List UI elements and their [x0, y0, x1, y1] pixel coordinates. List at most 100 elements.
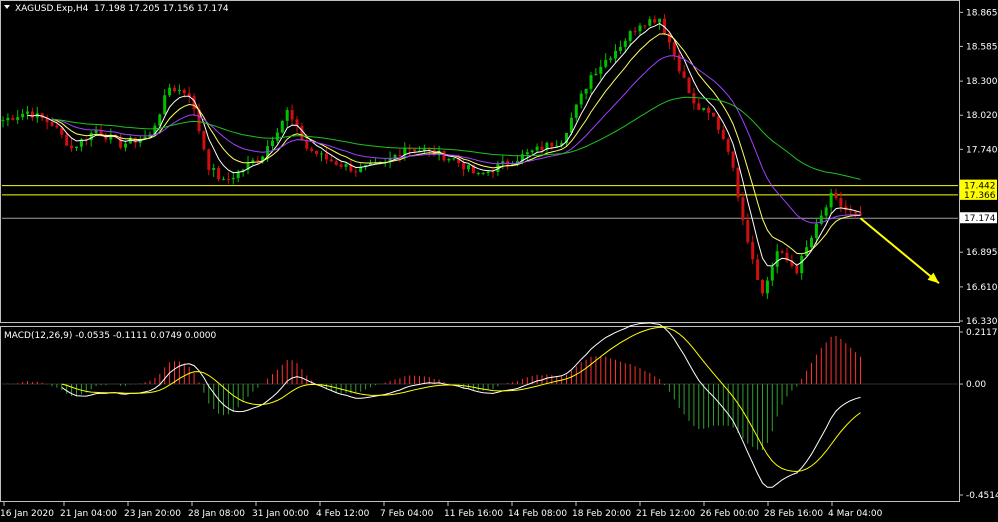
candle[interactable]	[119, 133, 123, 150]
candle[interactable]	[246, 155, 250, 175]
candle[interactable]	[11, 114, 15, 121]
candle[interactable]	[672, 40, 676, 61]
candle[interactable]	[775, 244, 779, 274]
chart-canvas[interactable]: 18.865 18.585 18.300 18.020 17.740 17.174 16.8…	[0, 0, 998, 522]
candle[interactable]	[697, 98, 701, 110]
candle[interactable]	[251, 157, 255, 166]
candle[interactable]	[222, 176, 225, 181]
candle[interactable]	[476, 171, 480, 176]
candle[interactable]	[731, 151, 735, 172]
candle[interactable]	[643, 24, 647, 30]
candle[interactable]	[226, 172, 230, 184]
candle[interactable]	[780, 249, 784, 254]
candle[interactable]	[829, 188, 833, 214]
candle[interactable]	[721, 125, 725, 141]
candle[interactable]	[398, 148, 402, 163]
candle[interactable]	[26, 106, 29, 120]
candle[interactable]	[163, 89, 167, 115]
candle[interactable]	[324, 147, 328, 164]
candle[interactable]	[618, 40, 622, 54]
candle[interactable]	[315, 150, 319, 157]
candle[interactable]	[231, 172, 235, 185]
candle[interactable]	[349, 160, 353, 173]
candle[interactable]	[187, 86, 191, 104]
candle[interactable]	[834, 188, 838, 201]
candle[interactable]	[452, 157, 456, 161]
candle[interactable]	[447, 157, 451, 163]
candle[interactable]	[467, 164, 470, 172]
candle[interactable]	[339, 161, 343, 170]
candle[interactable]	[726, 137, 730, 156]
candle[interactable]	[692, 87, 696, 110]
candle[interactable]	[741, 192, 745, 226]
candle[interactable]	[271, 136, 274, 150]
candle[interactable]	[207, 148, 211, 176]
candle[interactable]	[849, 205, 853, 216]
candle[interactable]	[594, 68, 598, 76]
candle[interactable]	[55, 120, 59, 129]
candle[interactable]	[177, 84, 181, 95]
candle[interactable]	[584, 88, 588, 100]
candle[interactable]	[579, 90, 583, 109]
candle[interactable]	[677, 50, 681, 75]
candle[interactable]	[609, 56, 613, 63]
candle[interactable]	[6, 113, 10, 127]
candle[interactable]	[290, 104, 294, 127]
candle[interactable]	[844, 200, 848, 216]
candle[interactable]	[648, 16, 652, 27]
candle[interactable]	[589, 71, 593, 94]
candle[interactable]	[442, 150, 446, 163]
candle[interactable]	[712, 112, 715, 117]
candle[interactable]	[16, 110, 20, 125]
candle[interactable]	[84, 137, 88, 146]
candle[interactable]	[574, 104, 578, 122]
candle[interactable]	[173, 85, 176, 93]
candle[interactable]	[241, 168, 245, 177]
candle[interactable]	[599, 59, 603, 80]
candle[interactable]	[736, 167, 740, 202]
candle[interactable]	[604, 53, 608, 69]
candle[interactable]	[761, 279, 764, 296]
candle[interactable]	[359, 163, 363, 173]
candle[interactable]	[70, 138, 74, 152]
candle[interactable]	[128, 135, 132, 144]
candle[interactable]	[1, 116, 5, 128]
candle[interactable]	[212, 163, 216, 178]
candle[interactable]	[555, 140, 559, 147]
candle[interactable]	[388, 151, 392, 169]
candle[interactable]	[702, 107, 706, 112]
candle[interactable]	[408, 144, 412, 156]
candle[interactable]	[751, 235, 755, 265]
candle[interactable]	[45, 114, 49, 130]
candle[interactable]	[344, 162, 348, 171]
candle[interactable]	[614, 44, 617, 64]
candle[interactable]	[168, 83, 172, 98]
candle[interactable]	[756, 254, 760, 281]
candle[interactable]	[217, 165, 221, 182]
candle[interactable]	[638, 23, 642, 36]
candle[interactable]	[422, 144, 426, 154]
candle[interactable]	[236, 169, 240, 183]
candle[interactable]	[785, 247, 789, 263]
candle[interactable]	[810, 235, 813, 250]
candle[interactable]	[805, 240, 809, 256]
candle[interactable]	[320, 150, 323, 162]
macd-plot[interactable]	[2, 322, 958, 488]
candle[interactable]	[104, 133, 108, 143]
forecast-arrow[interactable]	[859, 217, 940, 285]
candle[interactable]	[369, 159, 372, 165]
candle[interactable]	[21, 109, 25, 121]
candle[interactable]	[124, 140, 127, 152]
candle[interactable]	[285, 107, 289, 128]
candle[interactable]	[75, 146, 78, 151]
candle[interactable]	[819, 210, 823, 226]
candle[interactable]	[275, 128, 279, 144]
candle[interactable]	[800, 253, 804, 280]
candle[interactable]	[30, 107, 34, 121]
price-plot[interactable]	[1, 14, 959, 299]
candle[interactable]	[506, 158, 510, 170]
candle[interactable]	[765, 276, 769, 299]
candle[interactable]	[329, 155, 333, 162]
candle[interactable]	[663, 14, 666, 36]
candle[interactable]	[295, 116, 299, 133]
